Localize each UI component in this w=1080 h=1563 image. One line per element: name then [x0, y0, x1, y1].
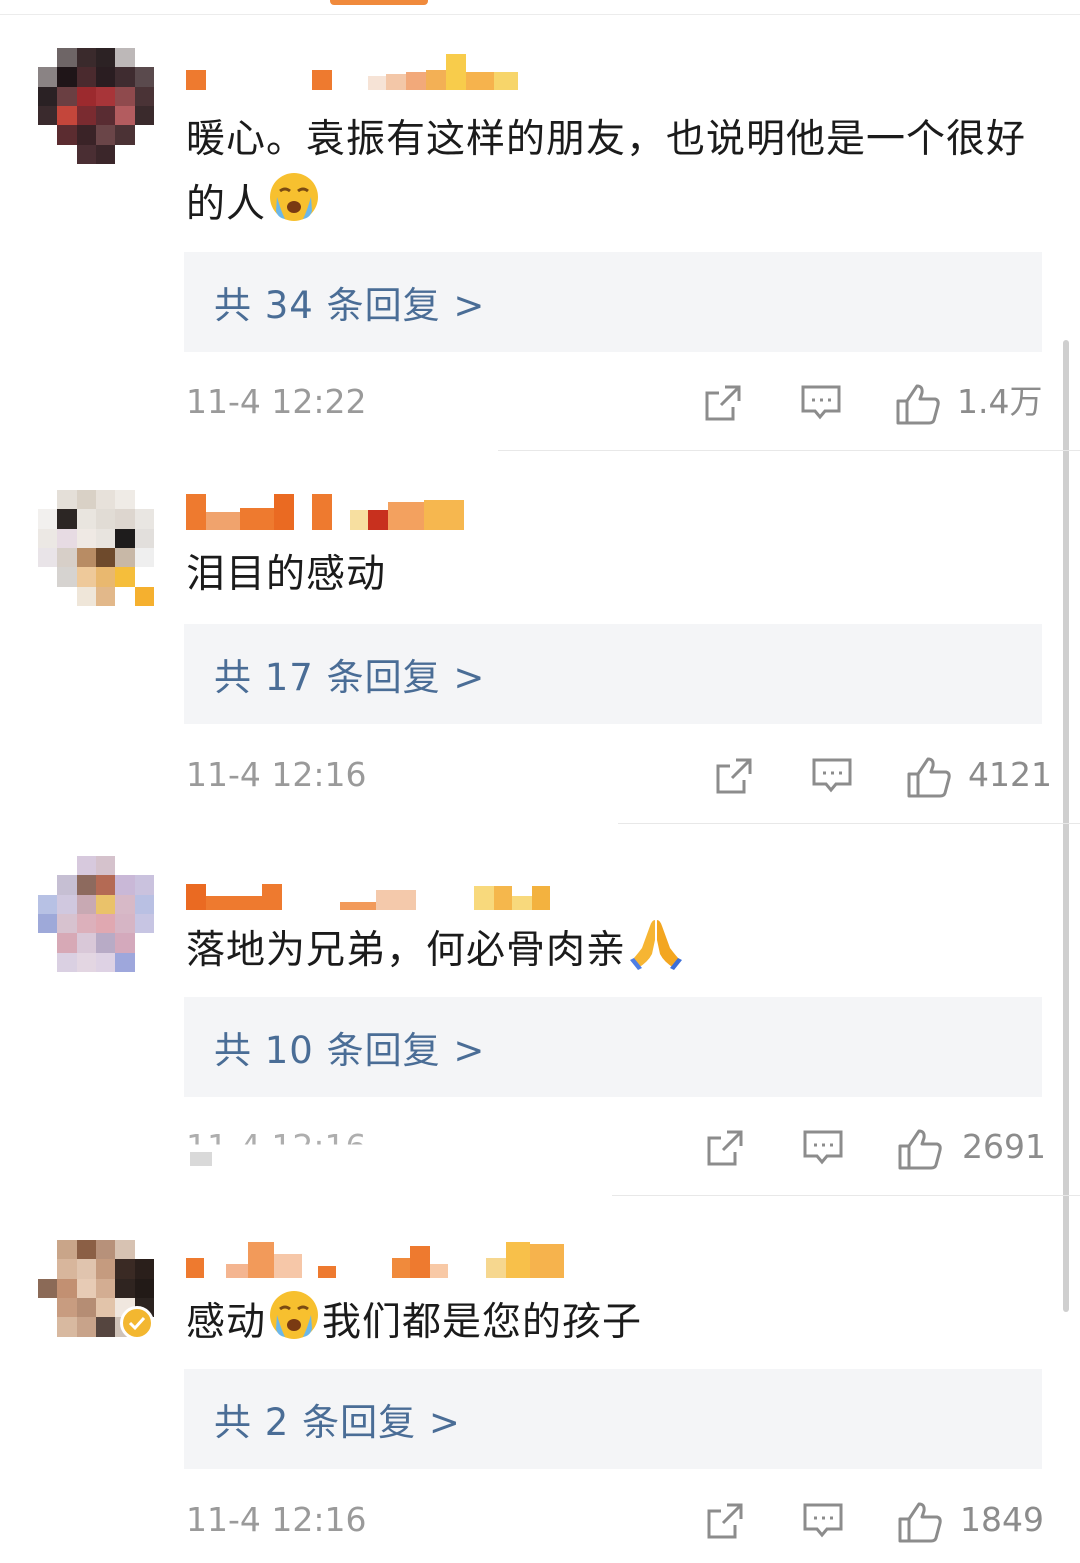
comment-divider: [618, 823, 1080, 824]
avatar[interactable]: [38, 490, 154, 606]
reply-count-label: 共 34 条回复 >: [214, 284, 486, 327]
share-icon[interactable]: [703, 383, 743, 427]
redaction-mark: [190, 1152, 212, 1166]
like-count: 2691: [962, 1127, 1046, 1166]
username-redacted[interactable]: [186, 872, 550, 910]
comment-divider: [498, 450, 1080, 451]
comment-actions-bar: 11-4 12:16 1849: [0, 1495, 1080, 1545]
view-replies-button[interactable]: 共 2 条回复 >: [184, 1369, 1042, 1469]
comment-icon[interactable]: [802, 1501, 844, 1545]
timestamp: 11-4 12:16: [186, 1127, 367, 1166]
like-count: 4121: [968, 755, 1052, 794]
username-redacted[interactable]: [186, 492, 464, 530]
avatar[interactable]: [38, 48, 154, 164]
comment-actions-bar: 11-4 12:22 1.4万: [0, 377, 1080, 427]
thumbs-up-icon[interactable]: [906, 756, 952, 802]
comment-text: 泪目的感动: [186, 552, 387, 597]
username-redacted[interactable]: [186, 1240, 564, 1278]
comment-icon[interactable]: [800, 383, 842, 427]
comment-icon[interactable]: [811, 756, 853, 800]
comment-text: 暖心。袁振有这样的朋友，也说明他是一个很好的人: [186, 108, 1026, 242]
timestamp: 11-4 12:16: [186, 755, 367, 794]
comment-icon[interactable]: [802, 1128, 844, 1172]
comment-actions-bar: 11-4 12:16 2691: [0, 1122, 1080, 1172]
crying-face-icon: [268, 171, 320, 242]
crying-face-icon: [268, 1289, 320, 1360]
comment-text: 感动 我们都是您的孩子: [186, 1289, 1026, 1360]
view-replies-button[interactable]: 共 10 条回复 >: [184, 997, 1042, 1097]
username-redacted[interactable]: [186, 52, 518, 90]
share-icon[interactable]: [714, 756, 754, 800]
folded-hands-icon: [628, 916, 684, 989]
avatar[interactable]: [38, 856, 154, 972]
verified-badge-icon: [120, 1306, 154, 1340]
like-count: 1849: [960, 1500, 1044, 1539]
like-count: 1.4万: [957, 382, 1043, 421]
reply-count-label: 共 2 条回复 >: [214, 1401, 461, 1444]
share-icon[interactable]: [705, 1501, 745, 1545]
timestamp: 11-4 12:16: [186, 1500, 367, 1539]
comment-actions-bar: 11-4 12:16 4121: [0, 750, 1080, 800]
comment-text: 落地为兄弟，何必骨肉亲: [186, 916, 1026, 989]
top-divider: [0, 14, 1080, 15]
comment-divider: [612, 1195, 1080, 1196]
reply-count-label: 共 17 条回复 >: [214, 656, 486, 699]
tab-indicator: [330, 0, 428, 5]
view-replies-button[interactable]: 共 17 条回复 >: [184, 624, 1042, 724]
view-replies-button[interactable]: 共 34 条回复 >: [184, 252, 1042, 352]
share-icon[interactable]: [705, 1128, 745, 1172]
thumbs-up-icon[interactable]: [895, 383, 941, 429]
timestamp: 11-4 12:22: [186, 382, 367, 421]
reply-count-label: 共 10 条回复 >: [214, 1029, 486, 1072]
thumbs-up-icon[interactable]: [897, 1128, 943, 1174]
thumbs-up-icon[interactable]: [897, 1501, 943, 1547]
